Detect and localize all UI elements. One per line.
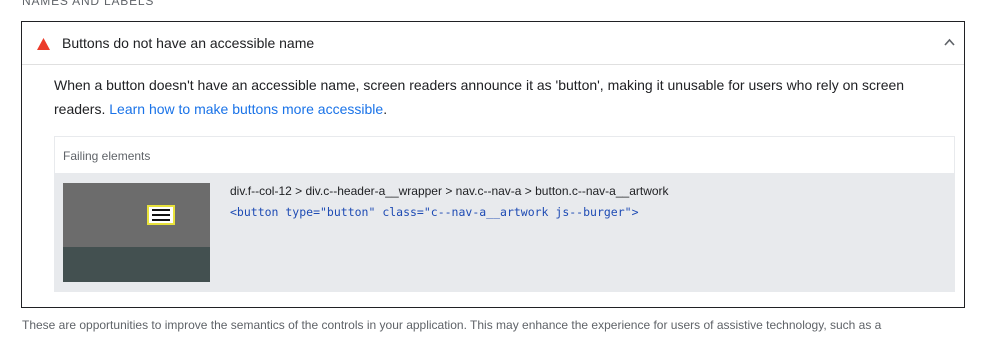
failing-elements-label: Failing elements [63, 149, 151, 163]
failing-elements-header: Failing elements [55, 137, 954, 174]
burger-line-icon [152, 219, 170, 221]
element-screenshot-thumbnail [63, 183, 210, 282]
description-period: . [383, 101, 388, 117]
burger-menu-highlight [147, 205, 175, 225]
section-description: These are opportunities to improve the s… [22, 318, 882, 332]
audit-description: When a button doesn't have an accessible… [54, 73, 950, 121]
section-heading: NAMES AND LABELS [22, 0, 155, 8]
element-snippet[interactable]: <button type="button" class="c--nav-a__a… [230, 205, 639, 219]
failing-elements-table: Failing elements div.f--col-12 > div.c--… [54, 136, 955, 292]
warning-triangle-icon [37, 38, 50, 50]
burger-line-icon [152, 209, 170, 211]
chevron-up-icon[interactable] [944, 38, 955, 46]
burger-line-icon [152, 214, 170, 216]
thumbnail-bottom-band [63, 247, 210, 282]
audit-panel: Buttons do not have an accessible name W… [21, 21, 965, 308]
element-selector: div.f--col-12 > div.c--header-a__wrapper… [230, 184, 669, 198]
table-row: div.f--col-12 > div.c--header-a__wrapper… [55, 174, 954, 291]
audit-header[interactable]: Buttons do not have an accessible name [22, 22, 964, 65]
audit-title: Buttons do not have an accessible name [62, 35, 315, 51]
learn-more-link[interactable]: Learn how to make buttons more accessibl… [109, 101, 383, 117]
